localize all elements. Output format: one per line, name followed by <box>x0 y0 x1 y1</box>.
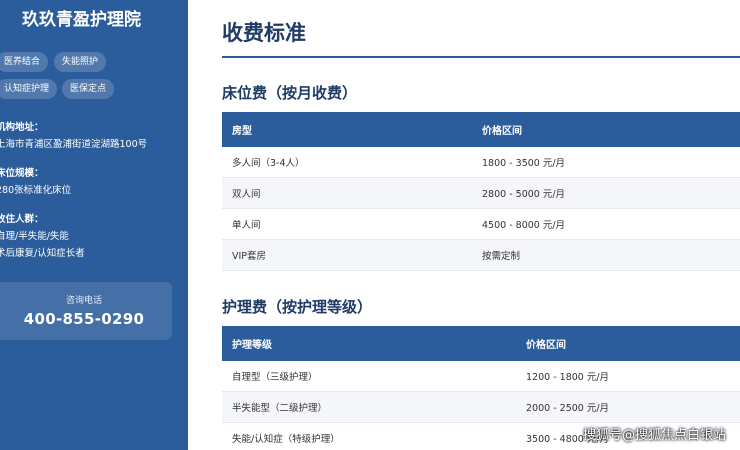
tag-disability-care: 失能照护 <box>54 52 107 72</box>
care-level-cell: 失能/认知症（特级护理） <box>232 434 340 445</box>
tag-medical-care: 医养结合 <box>0 52 49 72</box>
care-fee-title: 护理费（按护理等级） <box>222 298 373 316</box>
residents-line: 术后康复/认知症长者 <box>0 248 85 259</box>
bed-fee-title: 床位费（按月收费） <box>222 84 358 102</box>
beds-value: 280张标准化床位 <box>0 185 72 196</box>
table-row: VIP套房 按需定制 <box>222 240 740 271</box>
hotline-card[interactable]: 咨询电话 400-855-0290 <box>0 282 172 340</box>
address-label: 机构地址： <box>0 122 44 133</box>
table-row: 自理型（三级护理） 1200 - 1800 元/月 <box>222 361 740 392</box>
beds-info: 床位规模： 280张标准化床位 <box>0 165 71 199</box>
table-row: 单人间 4500 - 8000 元/月 <box>222 209 740 240</box>
price-cell: 按需定制 <box>482 251 521 262</box>
room-type-cell: 单人间 <box>232 220 261 231</box>
price-cell: 2800 - 5000 元/月 <box>482 189 566 200</box>
institution-name: 玖玖青盈护理院 <box>22 10 141 30</box>
watermark: 搜狐号@搜狐焦点白银站 <box>582 428 726 443</box>
header-care-level: 护理等级 <box>232 340 272 351</box>
care-level-cell: 自理型（三级护理） <box>232 372 318 383</box>
hotline-label: 咨询电话 <box>65 296 102 306</box>
sidebar: 玖玖青盈护理院 医养结合 失能照护 认知症护理 医保定点 机构地址： 上海市青浦… <box>0 0 188 450</box>
residents-label: 收住人群： <box>0 214 44 225</box>
table-row: 多人间（3-4人） 1800 - 3500 元/月 <box>222 147 740 178</box>
residents-info: 收住人群： 自理/半失能/失能 术后康复/认知症长者 <box>0 211 85 262</box>
tag-dementia-care: 认知症护理 <box>0 79 58 99</box>
room-type-cell: VIP套房 <box>232 251 267 262</box>
residents-line: 自理/半失能/失能 <box>0 231 69 242</box>
price-cell: 4500 - 8000 元/月 <box>482 220 566 231</box>
table-row: 半失能型（二级护理） 2000 - 2500 元/月 <box>222 392 740 423</box>
main-content: 收费标准 床位费（按月收费） 房型 价格区间 多人间（3-4人） 1800 - … <box>188 0 740 450</box>
header-room-type: 房型 <box>232 126 252 137</box>
bed-fee-table: 房型 价格区间 多人间（3-4人） 1800 - 3500 元/月 双人间 28… <box>222 112 740 271</box>
room-type-cell: 双人间 <box>232 189 261 200</box>
tag-insurance: 医保定点 <box>62 79 115 99</box>
price-cell: 2000 - 2500 元/月 <box>526 403 610 414</box>
price-cell: 1200 - 1800 元/月 <box>526 372 610 383</box>
room-type-cell: 多人间（3-4人） <box>232 158 305 169</box>
beds-label: 床位规模： <box>0 168 44 179</box>
table-header: 房型 价格区间 <box>222 112 740 147</box>
address-value: 上海市青浦区盈浦街道淀湖路100号 <box>0 139 148 150</box>
title-divider <box>222 56 740 58</box>
price-cell: 1800 - 3500 元/月 <box>482 158 566 169</box>
care-level-cell: 半失能型（二级护理） <box>232 403 328 414</box>
hotline-phone[interactable]: 400-855-0290 <box>0 310 172 328</box>
header-price-range: 价格区间 <box>526 340 566 351</box>
table-header: 护理等级 价格区间 <box>222 326 740 361</box>
header-price-range: 价格区间 <box>482 126 522 137</box>
table-row: 双人间 2800 - 5000 元/月 <box>222 178 740 209</box>
address-info: 机构地址： 上海市青浦区盈浦街道淀湖路100号 <box>0 119 147 153</box>
page-title: 收费标准 <box>222 21 306 45</box>
